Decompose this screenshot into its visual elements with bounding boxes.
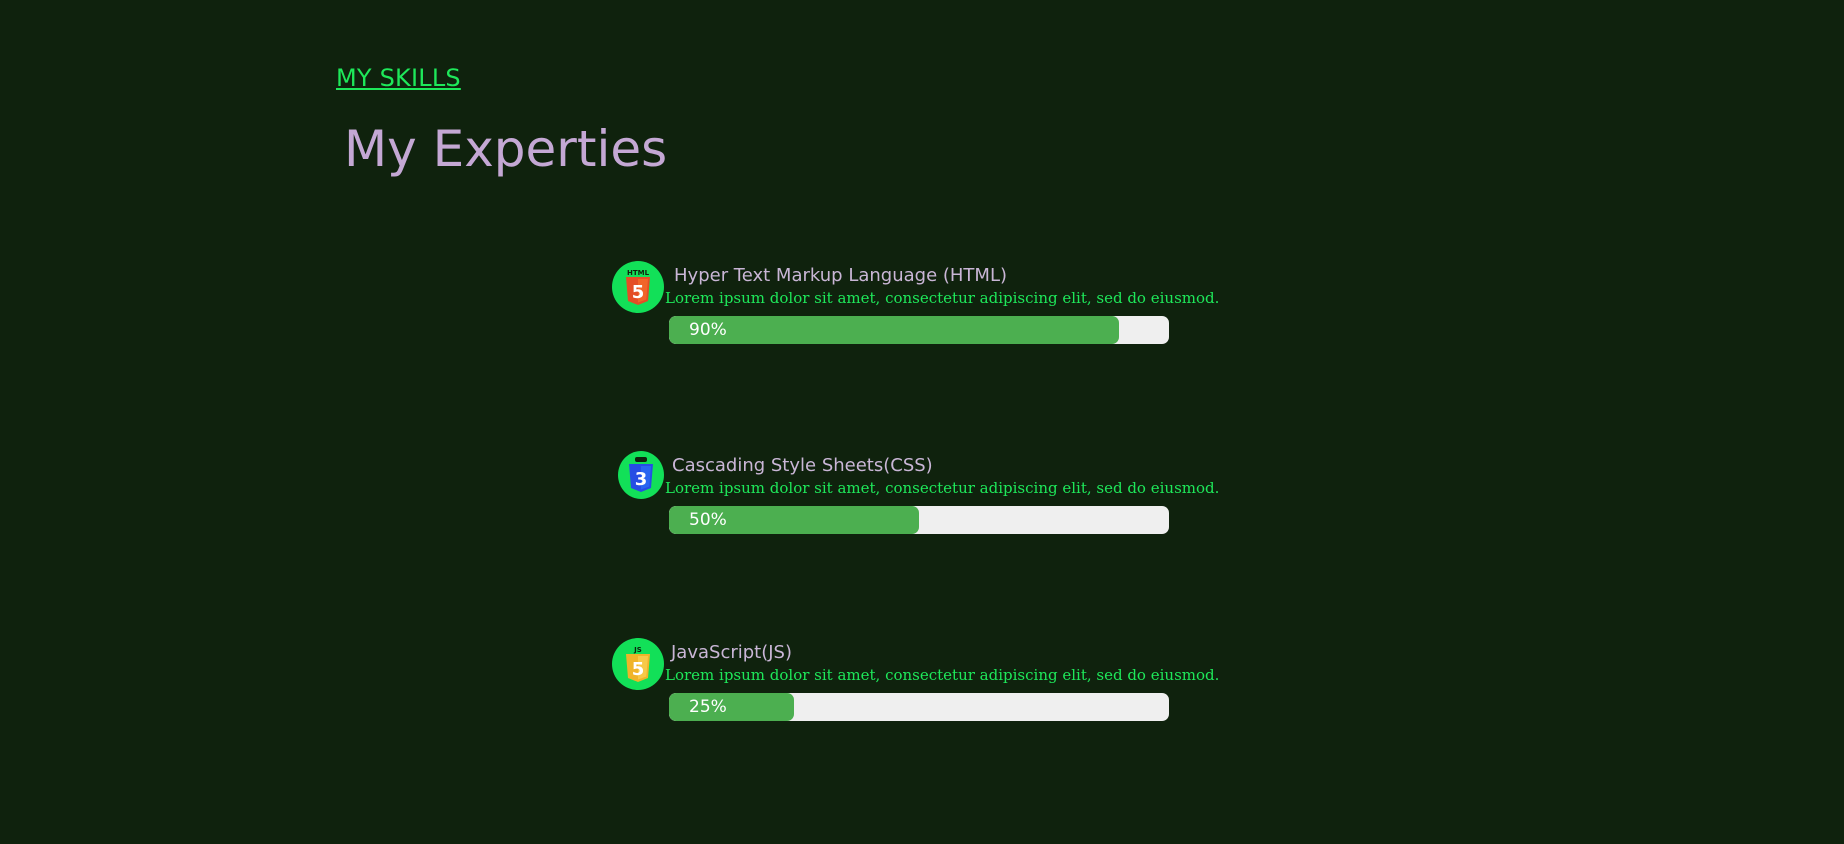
progress-label: 25%	[689, 697, 727, 717]
progress-fill: 25%	[669, 693, 794, 721]
skill-description: Lorem ipsum dolor sit amet, consectetur …	[665, 479, 1220, 497]
page-title: My Experties	[344, 120, 668, 178]
skill-description: Lorem ipsum dolor sit amet, consectetur …	[665, 666, 1220, 684]
progress-label: 50%	[689, 510, 727, 530]
skill-name: Hyper Text Markup Language (HTML)	[674, 265, 1008, 286]
svg-text:3: 3	[635, 469, 648, 490]
progress-fill: 90%	[669, 316, 1119, 344]
skill-item-html: HTML 5 Hyper Text Markup Language (HTML)…	[612, 261, 1219, 356]
section-tag-link[interactable]: MY SKILLS	[336, 64, 461, 92]
javascript-icon: JS 5	[612, 638, 664, 690]
css3-icon: 3	[618, 451, 664, 499]
skill-item-css: 3 Cascading Style Sheets(CSS) Lorem ipsu…	[612, 451, 1219, 546]
svg-text:JS: JS	[633, 646, 642, 654]
skill-name: JavaScript(JS)	[671, 642, 793, 663]
progress-fill: 50%	[669, 506, 919, 534]
svg-text:5: 5	[632, 282, 645, 303]
svg-text:5: 5	[632, 659, 645, 680]
progress-bar: 25%	[669, 693, 1169, 721]
progress-label: 90%	[689, 320, 727, 340]
html5-icon: HTML 5	[612, 261, 664, 313]
skill-item-js: JS 5 JavaScript(JS) Lorem ipsum dolor si…	[612, 638, 1219, 733]
progress-bar: 50%	[669, 506, 1169, 534]
progress-bar: 90%	[669, 316, 1169, 344]
svg-text:HTML: HTML	[627, 269, 650, 277]
skill-description: Lorem ipsum dolor sit amet, consectetur …	[665, 289, 1220, 307]
skill-name: Cascading Style Sheets(CSS)	[672, 455, 933, 476]
